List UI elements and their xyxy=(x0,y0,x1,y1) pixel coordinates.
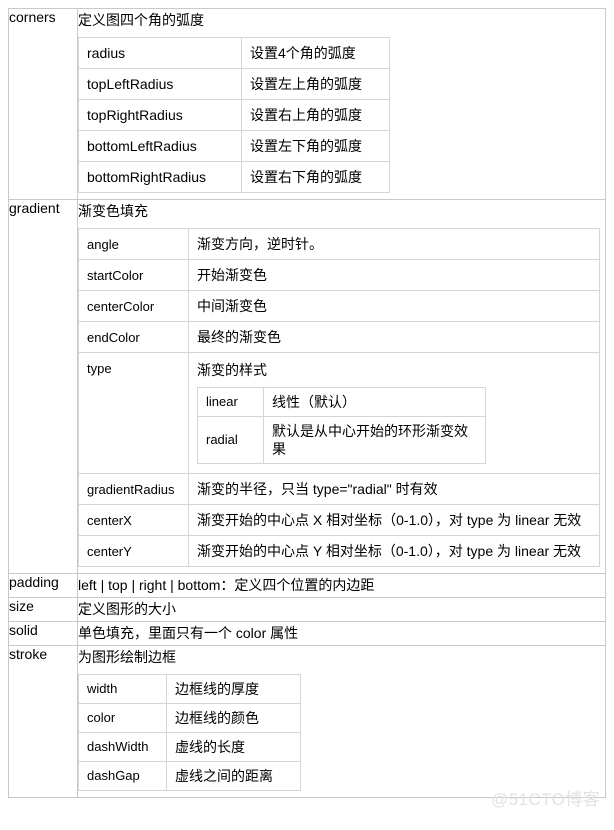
type-option-name: radial xyxy=(197,416,264,464)
type-option-description: 线性（默认） xyxy=(263,387,486,417)
table-row: radial 默认是从中心开始的环形渐变效果 xyxy=(197,416,486,464)
sub-attribute-name: bottomRightRadius xyxy=(78,161,242,193)
corners-sub-table: radius 设置4个角的弧度 topLeftRadius 设置左上角的弧度 t… xyxy=(78,37,390,193)
sub-attribute-name: startColor xyxy=(78,259,189,291)
sub-attribute-description: 边框线的颜色 xyxy=(166,703,301,733)
table-row: linear 线性（默认） xyxy=(197,387,486,417)
attribute-detail-corners: 定义图四个角的弧度 radius 设置4个角的弧度 topLeftRadius … xyxy=(77,8,606,200)
type-option-description: 默认是从中心开始的环形渐变效果 xyxy=(263,416,486,464)
sub-attribute-name: radius xyxy=(78,37,242,69)
sub-attribute-description: 设置左下角的弧度 xyxy=(241,130,390,162)
sub-attribute-description: 渐变开始的中心点 X 相对坐标（0-1.0），对 type 为 linear 无… xyxy=(188,504,600,536)
sub-attribute-name: dashWidth xyxy=(78,732,167,762)
table-row: startColor 开始渐变色 xyxy=(78,259,600,291)
table-row: width 边框线的厚度 xyxy=(78,674,301,704)
sub-attribute-name: width xyxy=(78,674,167,704)
table-row: size 定义图形的大小 xyxy=(8,597,606,622)
gradient-sub-table: angle 渐变方向，逆时针。 startColor 开始渐变色 centerC… xyxy=(78,228,600,567)
attribute-detail-size: 定义图形的大小 xyxy=(77,597,606,622)
sub-attribute-description: 中间渐变色 xyxy=(188,290,600,322)
sub-attribute-description: 最终的渐变色 xyxy=(188,321,600,353)
table-row: dashGap 虚线之间的距离 xyxy=(78,761,301,791)
sub-attribute-name: topLeftRadius xyxy=(78,68,242,100)
attribute-name-solid: solid xyxy=(8,621,78,646)
table-row: topLeftRadius 设置左上角的弧度 xyxy=(78,68,390,100)
table-row: padding left | top | right | bottom：定义四个… xyxy=(8,573,606,598)
attribute-detail-solid: 单色填充，里面只有一个 color 属性 xyxy=(77,621,606,646)
attribute-name-corners: corners xyxy=(8,8,78,200)
attribute-description: 定义图四个角的弧度 xyxy=(78,12,204,28)
sub-attribute-name: endColor xyxy=(78,321,189,353)
sub-attribute-description: 设置右下角的弧度 xyxy=(241,161,390,193)
sub-attribute-name: centerX xyxy=(78,504,189,536)
sub-attribute-description: 渐变的样式 xyxy=(197,362,267,378)
table-row: radius 设置4个角的弧度 xyxy=(78,37,390,69)
attribute-description: 单色填充，里面只有一个 color 属性 xyxy=(78,625,299,641)
sub-attribute-description: 渐变的半径，只当 type="radial" 时有效 xyxy=(188,473,600,505)
attribute-detail-gradient: 渐变色填充 angle 渐变方向，逆时针。 startColor 开始渐变色 c… xyxy=(77,199,606,574)
sub-attribute-description: 边框线的厚度 xyxy=(166,674,301,704)
shape-attributes-table: corners 定义图四个角的弧度 radius 设置4个角的弧度 topLef… xyxy=(8,8,606,798)
attribute-name-gradient: gradient xyxy=(8,199,78,574)
sub-attribute-name: color xyxy=(78,703,167,733)
attribute-name-size: size xyxy=(8,597,78,622)
table-row: bottomRightRadius 设置右下角的弧度 xyxy=(78,161,390,193)
sub-attribute-name: centerY xyxy=(78,535,189,567)
stroke-sub-table: width 边框线的厚度 color 边框线的颜色 dashWidth 虚线的长… xyxy=(78,674,301,791)
sub-attribute-name: bottomLeftRadius xyxy=(78,130,242,162)
attribute-description: left | top | right | bottom：定义四个位置的内边距 xyxy=(78,577,375,593)
table-row: color 边框线的颜色 xyxy=(78,703,301,733)
table-row: gradient 渐变色填充 angle 渐变方向，逆时针。 startColo… xyxy=(8,199,606,574)
table-row: dashWidth 虚线的长度 xyxy=(78,732,301,762)
sub-attribute-description: 渐变方向，逆时针。 xyxy=(188,228,600,260)
table-row: gradientRadius 渐变的半径，只当 type="radial" 时有… xyxy=(78,473,600,505)
sub-attribute-name: dashGap xyxy=(78,761,167,791)
sub-attribute-description: 开始渐变色 xyxy=(188,259,600,291)
table-row: centerY 渐变开始的中心点 Y 相对坐标（0-1.0），对 type 为 … xyxy=(78,535,600,567)
attribute-description: 渐变色填充 xyxy=(78,203,148,219)
sub-attribute-description: 设置4个角的弧度 xyxy=(241,37,390,69)
sub-attribute-description: 虚线之间的距离 xyxy=(166,761,301,791)
attribute-description: 为图形绘制边框 xyxy=(78,649,176,665)
table-row: topRightRadius 设置右上角的弧度 xyxy=(78,99,390,131)
sub-attribute-description: 渐变开始的中心点 Y 相对坐标（0-1.0），对 type 为 linear 无… xyxy=(188,535,600,567)
attribute-detail-stroke: 为图形绘制边框 width 边框线的厚度 color 边框线的颜色 dashWi… xyxy=(77,645,606,798)
table-row: corners 定义图四个角的弧度 radius 设置4个角的弧度 topLef… xyxy=(8,8,606,200)
document-page: corners 定义图四个角的弧度 radius 设置4个角的弧度 topLef… xyxy=(0,8,614,830)
sub-attribute-name: angle xyxy=(78,228,189,260)
attribute-detail-padding: left | top | right | bottom：定义四个位置的内边距 xyxy=(77,573,606,598)
table-row: solid 单色填充，里面只有一个 color 属性 xyxy=(8,621,606,646)
type-option-name: linear xyxy=(197,387,264,417)
sub-attribute-name: gradientRadius xyxy=(78,473,189,505)
table-row: bottomLeftRadius 设置左下角的弧度 xyxy=(78,130,390,162)
table-row: centerColor 中间渐变色 xyxy=(78,290,600,322)
attribute-name-padding: padding xyxy=(8,573,78,598)
sub-attribute-description: 虚线的长度 xyxy=(166,732,301,762)
sub-attribute-description: 设置右上角的弧度 xyxy=(241,99,390,131)
sub-attribute-detail-type: 渐变的样式 linear 线性（默认） radial 默认是从中心开始的环形渐变… xyxy=(188,352,600,474)
table-row: type 渐变的样式 linear 线性（默认） radial 默认是从中心开始… xyxy=(78,352,600,474)
sub-attribute-name: type xyxy=(78,352,189,474)
table-row: endColor 最终的渐变色 xyxy=(78,321,600,353)
table-row: stroke 为图形绘制边框 width 边框线的厚度 color 边框线的颜色 xyxy=(8,645,606,798)
gradient-type-sub-table: linear 线性（默认） radial 默认是从中心开始的环形渐变效果 xyxy=(197,387,486,464)
sub-attribute-name: topRightRadius xyxy=(78,99,242,131)
sub-attribute-name: centerColor xyxy=(78,290,189,322)
sub-attribute-description: 设置左上角的弧度 xyxy=(241,68,390,100)
attribute-description: 定义图形的大小 xyxy=(78,601,176,617)
table-row: angle 渐变方向，逆时针。 xyxy=(78,228,600,260)
table-row: centerX 渐变开始的中心点 X 相对坐标（0-1.0），对 type 为 … xyxy=(78,504,600,536)
attribute-name-stroke: stroke xyxy=(8,645,78,798)
